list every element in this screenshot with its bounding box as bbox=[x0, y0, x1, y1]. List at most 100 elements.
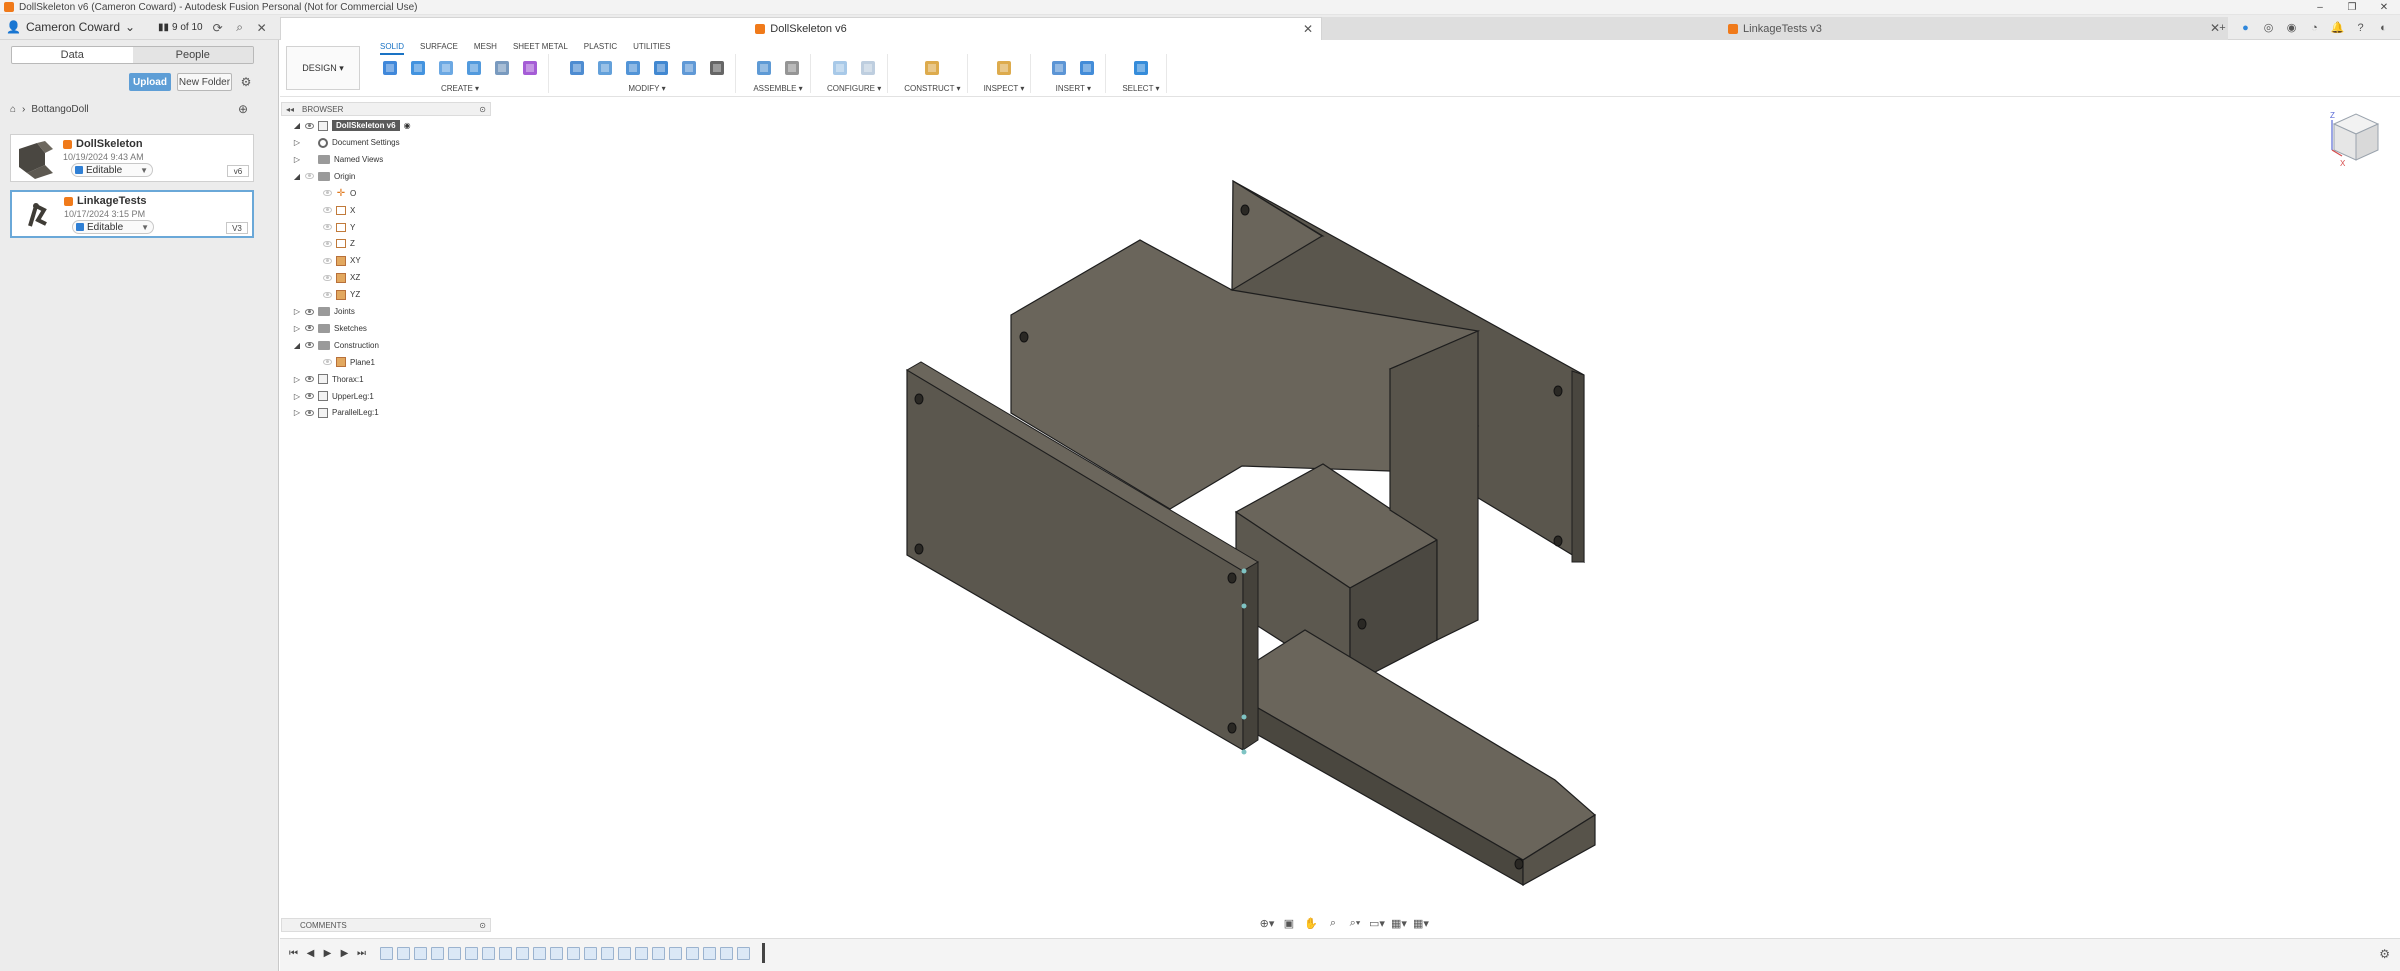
expand-icon[interactable] bbox=[311, 189, 319, 197]
tool-icon[interactable] bbox=[434, 56, 458, 80]
tree-node[interactable]: YZ bbox=[311, 287, 360, 302]
timeline-feature[interactable] bbox=[737, 947, 750, 960]
previous-icon[interactable]: ◀ bbox=[305, 948, 316, 959]
comments-add-icon[interactable]: ⊙ bbox=[479, 921, 486, 930]
tree-node[interactable]: ▷ Joints bbox=[293, 304, 355, 319]
tree-node[interactable]: ▷ Named Views bbox=[293, 152, 383, 167]
tool-icon[interactable] bbox=[1075, 56, 1099, 80]
timeline-feature[interactable] bbox=[720, 947, 733, 960]
version-badge[interactable]: v6 bbox=[227, 165, 249, 177]
visibility-icon[interactable] bbox=[305, 308, 314, 315]
new-folder-button[interactable]: New Folder bbox=[177, 73, 232, 91]
panel-options-icon[interactable]: ⊙ bbox=[479, 105, 486, 114]
design-viewport[interactable] bbox=[281, 97, 2400, 917]
timeline-feature[interactable] bbox=[618, 947, 631, 960]
add-member-icon[interactable]: ⊕ bbox=[238, 102, 248, 116]
visibility-icon[interactable] bbox=[305, 325, 314, 332]
tool-group-label[interactable]: INSERT ▾ bbox=[1056, 84, 1091, 93]
file-card-dollskeleton[interactable]: DollSkeleton 10/19/2024 9:43 AM Editable… bbox=[10, 134, 254, 182]
orbit-target-icon[interactable]: ⊕▾ bbox=[1258, 916, 1276, 930]
tool-icon[interactable] bbox=[378, 56, 402, 80]
expand-icon[interactable] bbox=[311, 240, 319, 248]
timeline-feature[interactable] bbox=[703, 947, 716, 960]
visibility-icon[interactable] bbox=[305, 393, 314, 399]
tool-group-label[interactable]: CONFIGURE ▾ bbox=[827, 84, 881, 93]
timeline-feature[interactable] bbox=[482, 947, 495, 960]
visibility-icon[interactable] bbox=[323, 274, 332, 281]
timeline-feature[interactable] bbox=[516, 947, 529, 960]
tool-icon[interactable] bbox=[752, 56, 776, 80]
timeline-feature[interactable] bbox=[431, 947, 444, 960]
expand-icon[interactable]: ▷ bbox=[293, 408, 301, 417]
visibility-icon[interactable] bbox=[323, 240, 332, 247]
zoom-icon[interactable]: ⌕ bbox=[1324, 916, 1342, 930]
viewports-icon[interactable]: ▦▾ bbox=[1412, 916, 1430, 930]
visibility-icon[interactable] bbox=[323, 359, 332, 366]
timeline-feature[interactable] bbox=[397, 947, 410, 960]
tool-icon[interactable] bbox=[992, 56, 1016, 80]
tab-linkagetests[interactable]: LinkageTests v3 ✕ bbox=[1322, 17, 2228, 40]
visibility-icon[interactable] bbox=[305, 122, 314, 129]
timeline-feature[interactable] bbox=[465, 947, 478, 960]
tree-node[interactable]: ▷ Sketches bbox=[293, 321, 367, 336]
new-tab-icon[interactable]: + bbox=[2214, 19, 2231, 36]
visibility-icon[interactable] bbox=[323, 190, 332, 197]
expand-icon[interactable] bbox=[311, 223, 319, 231]
tree-node[interactable]: ✛ O bbox=[311, 186, 356, 201]
tree-node[interactable]: X bbox=[311, 203, 355, 218]
home-icon[interactable]: ⌂ bbox=[10, 104, 16, 115]
tool-icon[interactable] bbox=[920, 56, 944, 80]
timeline-feature[interactable] bbox=[601, 947, 614, 960]
tool-icon[interactable] bbox=[462, 56, 486, 80]
version-badge[interactable]: V3 bbox=[226, 222, 248, 234]
expand-icon[interactable] bbox=[311, 358, 319, 366]
tool-icon[interactable] bbox=[565, 56, 589, 80]
tool-icon[interactable] bbox=[518, 56, 542, 80]
job-status-button[interactable]: ▮▮ 9 of 10 bbox=[156, 19, 205, 36]
expand-icon[interactable] bbox=[311, 291, 319, 299]
look-at-icon[interactable]: ▣ bbox=[1280, 916, 1298, 930]
visibility-icon[interactable] bbox=[305, 342, 314, 349]
expand-icon[interactable]: ▷ bbox=[293, 307, 301, 316]
tab-data[interactable]: Data bbox=[12, 47, 133, 63]
tool-icon[interactable] bbox=[677, 56, 701, 80]
expand-icon[interactable] bbox=[311, 257, 319, 265]
timeline-feature[interactable] bbox=[567, 947, 580, 960]
visibility-icon[interactable] bbox=[323, 257, 332, 264]
tab-dollskeleton[interactable]: DollSkeleton v6 ✕ bbox=[280, 17, 1322, 40]
notifications-icon[interactable]: 🔔 bbox=[2329, 19, 2346, 36]
workspace-switcher[interactable]: DESIGN ▾ bbox=[286, 46, 360, 90]
file-status-dropdown[interactable]: Editable ▼ bbox=[72, 220, 154, 234]
tool-group-label[interactable]: ASSEMBLE ▾ bbox=[753, 84, 802, 93]
clock-icon[interactable]: ◔ bbox=[2306, 19, 2323, 36]
tool-icon[interactable] bbox=[593, 56, 617, 80]
gear-icon[interactable]: ⚙ bbox=[2379, 947, 2390, 961]
search-icon[interactable]: ⌕ bbox=[231, 19, 249, 36]
timeline-feature[interactable] bbox=[448, 947, 461, 960]
tool-icon[interactable] bbox=[649, 56, 673, 80]
next-icon[interactable]: ▶ bbox=[339, 948, 350, 959]
expand-icon[interactable]: ◢ bbox=[293, 341, 301, 350]
refresh-icon[interactable]: ⟳ bbox=[209, 19, 227, 36]
tree-node[interactable]: Z bbox=[311, 236, 355, 251]
timeline-feature[interactable] bbox=[652, 947, 665, 960]
timeline-feature[interactable] bbox=[635, 947, 648, 960]
expand-icon[interactable]: ◢ bbox=[293, 172, 301, 181]
play-icon[interactable]: ▶ bbox=[322, 948, 333, 959]
tool-group-label[interactable]: INSPECT ▾ bbox=[984, 84, 1025, 93]
timeline-feature[interactable] bbox=[414, 947, 427, 960]
maximize-button[interactable]: ❐ bbox=[2336, 0, 2368, 15]
expand-icon[interactable]: ▷ bbox=[293, 138, 301, 147]
tool-icon[interactable] bbox=[705, 56, 729, 80]
collapse-icon[interactable]: ◂◂ bbox=[286, 105, 294, 114]
visibility-icon[interactable] bbox=[323, 291, 332, 298]
visibility-icon[interactable] bbox=[305, 409, 314, 416]
tree-node[interactable]: XY bbox=[311, 253, 361, 268]
tool-icon[interactable] bbox=[1047, 56, 1071, 80]
tool-group-label[interactable]: CREATE ▾ bbox=[441, 84, 479, 93]
timeline-feature[interactable] bbox=[550, 947, 563, 960]
tree-root[interactable]: ◢ DollSkeleton v6 ◉ bbox=[293, 118, 411, 133]
tool-icon[interactable] bbox=[1129, 56, 1153, 80]
tool-group-label[interactable]: CONSTRUCT ▾ bbox=[904, 84, 960, 93]
tool-icon[interactable] bbox=[780, 56, 804, 80]
